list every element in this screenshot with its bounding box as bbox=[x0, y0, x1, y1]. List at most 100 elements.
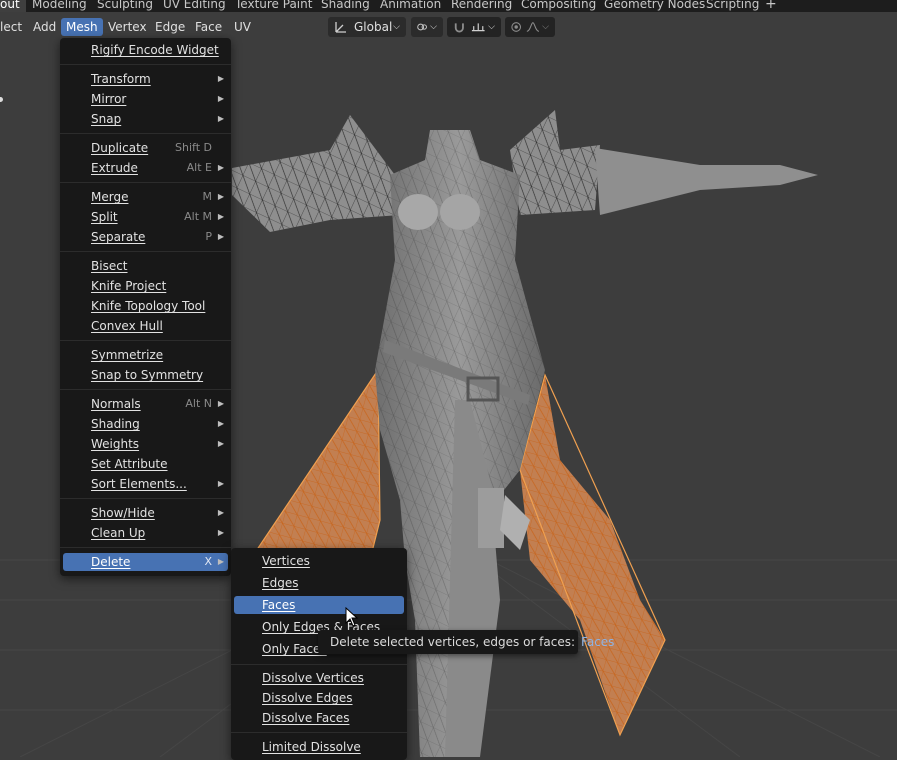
menu-item-separate[interactable]: Separate P ▶ bbox=[63, 228, 228, 246]
snapping-group[interactable]: ⌵ bbox=[447, 17, 501, 37]
shortcut-label: M bbox=[202, 190, 213, 203]
mesh-menu[interactable]: Mesh bbox=[61, 18, 103, 36]
transform-orientation-select[interactable]: Global ⌵ bbox=[328, 17, 406, 37]
menu-separator bbox=[60, 498, 231, 499]
menu-item-knife-project[interactable]: Knife Project bbox=[63, 277, 228, 295]
menu-item-snap-to-symmetry[interactable]: Snap to Symmetry bbox=[63, 366, 228, 384]
menu-separator bbox=[231, 732, 407, 733]
menu-item-shading[interactable]: Shading ▶ bbox=[63, 415, 228, 433]
menu-item-label: Split bbox=[91, 210, 118, 224]
tab-scripting[interactable]: Scripting bbox=[706, 0, 759, 12]
menu-item-label: Bisect bbox=[91, 259, 128, 273]
uv-menu[interactable]: UV bbox=[234, 18, 251, 36]
submenu-item-faces[interactable]: Faces bbox=[234, 596, 404, 614]
menu-item-convex-hull[interactable]: Convex Hull bbox=[63, 317, 228, 335]
mesh-dropdown-menu: Rigify Encode Widget Transform ▶ Mirror ▶ … bbox=[60, 38, 231, 576]
orientation-label: Global bbox=[354, 20, 393, 34]
menu-item-split[interactable]: Split Alt M ▶ bbox=[63, 208, 228, 226]
vertex-menu[interactable]: Vertex bbox=[108, 18, 147, 36]
submenu-arrow-icon: ▶ bbox=[217, 114, 224, 123]
proportional-editing-icon bbox=[511, 22, 522, 32]
menu-item-extrude[interactable]: Extrude Alt E ▶ bbox=[63, 159, 228, 177]
proportional-editing-group[interactable]: ⌵ bbox=[505, 17, 555, 37]
shortcut-label: Alt E bbox=[186, 161, 212, 174]
tab-sculpting[interactable]: Sculpting bbox=[97, 0, 153, 12]
tab-geometry-nodes[interactable]: Geometry Nodes bbox=[604, 0, 705, 12]
plus-icon[interactable]: + bbox=[765, 0, 777, 12]
menu-separator bbox=[60, 547, 231, 548]
submenu-arrow-icon: ▶ bbox=[217, 557, 224, 566]
submenu-arrow-icon: ▶ bbox=[217, 163, 224, 172]
menu-item-label: Only Faces bbox=[262, 642, 327, 656]
tab-modeling[interactable]: Modeling bbox=[32, 0, 87, 12]
tab-layout[interactable]: out bbox=[0, 0, 26, 12]
submenu-arrow-icon: ▶ bbox=[217, 399, 224, 408]
tooltip-text: Delete selected vertices, edges or faces… bbox=[330, 635, 576, 649]
snap-magnet-icon bbox=[454, 23, 464, 33]
menu-item-label: Limited Dissolve bbox=[262, 740, 361, 754]
submenu-item-vertices[interactable]: Vertices bbox=[234, 552, 404, 570]
pivot-point-select[interactable]: ⌵ bbox=[411, 17, 443, 37]
menu-item-label: Knife Topology Tool bbox=[91, 299, 206, 313]
submenu-item-dissolve-edges[interactable]: Dissolve Edges bbox=[234, 689, 404, 707]
submenu-arrow-icon: ▶ bbox=[217, 508, 224, 517]
menu-item-symmetrize[interactable]: Symmetrize bbox=[63, 346, 228, 364]
menu-item-delete[interactable]: Delete X ▶ bbox=[63, 553, 228, 571]
tab-texture-paint[interactable]: Texture Paint bbox=[235, 0, 312, 12]
menu-item-label: Sort Elements... bbox=[91, 477, 187, 491]
viewport-header: lect Add Mesh Vertex Edge Face UV Global… bbox=[0, 14, 897, 40]
menu-item-label: Edges bbox=[262, 576, 299, 590]
submenu-item-edges[interactable]: Edges bbox=[234, 574, 404, 592]
menu-item-normals[interactable]: Normals Alt N ▶ bbox=[63, 395, 228, 413]
tab-compositing[interactable]: Compositing bbox=[521, 0, 596, 12]
face-menu[interactable]: Face bbox=[195, 18, 222, 36]
shortcut-label: P bbox=[205, 230, 212, 243]
menu-item-label: Clean Up bbox=[91, 526, 146, 540]
edge-menu[interactable]: Edge bbox=[155, 18, 185, 36]
tab-rendering[interactable]: Rendering bbox=[451, 0, 512, 12]
chevron-down-icon: ⌵ bbox=[393, 22, 400, 32]
menu-item-label: Convex Hull bbox=[91, 319, 163, 333]
tab-animation[interactable]: Animation bbox=[380, 0, 441, 12]
submenu-item-dissolve-vertices[interactable]: Dissolve Vertices bbox=[234, 669, 404, 687]
chevron-down-icon: ⌵ bbox=[488, 22, 495, 32]
menu-item-bisect[interactable]: Bisect bbox=[63, 257, 228, 275]
select-menu[interactable]: lect bbox=[0, 18, 22, 36]
tab-uv-editing[interactable]: UV Editing bbox=[163, 0, 226, 12]
menu-item-label: Show/Hide bbox=[91, 506, 155, 520]
menu-item-label: Mirror bbox=[91, 92, 127, 106]
menu-item-rigify-encode-widget[interactable]: Rigify Encode Widget bbox=[63, 41, 228, 59]
menu-separator bbox=[60, 133, 231, 134]
menu-item-clean-up[interactable]: Clean Up ▶ bbox=[63, 524, 228, 542]
menu-item-transform[interactable]: Transform ▶ bbox=[63, 70, 228, 88]
menu-item-merge[interactable]: Merge M ▶ bbox=[63, 188, 228, 206]
menu-item-weights[interactable]: Weights ▶ bbox=[63, 435, 228, 453]
menu-item-snap[interactable]: Snap ▶ bbox=[63, 110, 228, 128]
submenu-arrow-icon: ▶ bbox=[217, 74, 224, 83]
submenu-arrow-icon: ▶ bbox=[217, 94, 224, 103]
menu-item-label: Extrude bbox=[91, 161, 138, 175]
menu-item-sort-elements[interactable]: Sort Elements... ▶ bbox=[63, 475, 228, 493]
menu-item-knife-topology-tool[interactable]: Knife Topology Tool bbox=[63, 297, 228, 315]
menu-item-show-hide[interactable]: Show/Hide ▶ bbox=[63, 504, 228, 522]
submenu-item-limited-dissolve[interactable]: Limited Dissolve bbox=[234, 738, 404, 756]
menu-item-label: Delete bbox=[91, 555, 131, 569]
menu-item-label: Symmetrize bbox=[91, 348, 164, 362]
menu-item-set-attribute[interactable]: Set Attribute bbox=[63, 455, 228, 473]
tab-shading[interactable]: Shading bbox=[321, 0, 370, 12]
menu-separator bbox=[60, 251, 231, 252]
pivot-icon bbox=[417, 23, 427, 31]
menu-item-duplicate[interactable]: Duplicate Shift D bbox=[63, 139, 228, 157]
submenu-arrow-icon: ▶ bbox=[217, 439, 224, 448]
tooltip-value: Faces bbox=[581, 635, 615, 649]
menu-item-label: Vertices bbox=[262, 554, 310, 568]
add-menu[interactable]: Add bbox=[33, 18, 56, 36]
menu-item-label: Transform bbox=[91, 72, 151, 86]
submenu-item-dissolve-faces[interactable]: Dissolve Faces bbox=[234, 709, 404, 727]
right-arm bbox=[595, 148, 818, 215]
menu-item-label: Knife Project bbox=[91, 279, 167, 293]
tooltip: Delete selected vertices, edges or faces… bbox=[318, 630, 614, 654]
menu-item-mirror[interactable]: Mirror ▶ bbox=[63, 90, 228, 108]
submenu-arrow-icon: ▶ bbox=[217, 212, 224, 221]
shortcut-label: X bbox=[204, 555, 212, 568]
